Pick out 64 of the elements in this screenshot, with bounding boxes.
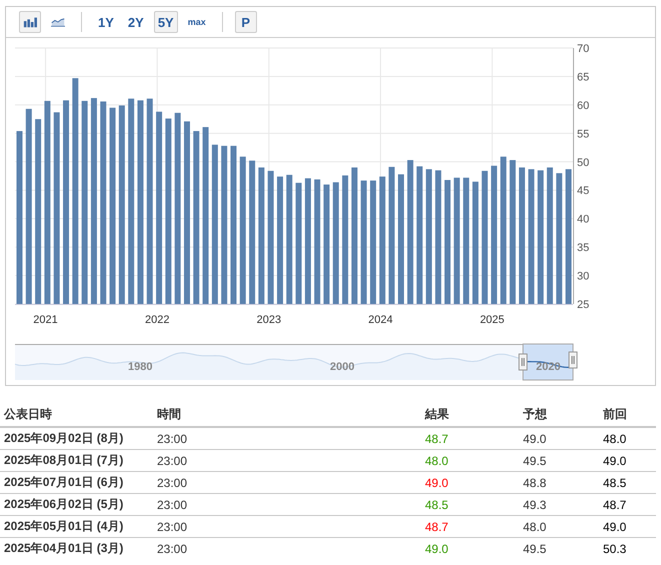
- y-axis-label: 70: [577, 43, 590, 55]
- date-cell: 2025年04月01日 (3月): [0, 538, 153, 559]
- x-axis-label: 2021: [33, 314, 58, 326]
- forecast-cell: 49.0: [519, 427, 599, 450]
- column-header: 時間: [153, 403, 421, 427]
- time-cell: 23:00: [153, 472, 421, 494]
- column-header: 公表日時: [0, 403, 153, 427]
- area-chart-icon: [51, 16, 65, 28]
- print-button[interactable]: P: [234, 11, 257, 33]
- time-cell: 23:00: [153, 450, 421, 472]
- forecast-cell: 49.3: [519, 494, 599, 516]
- forecast-cell: 48.8: [519, 472, 599, 494]
- y-axis-label: 25: [577, 299, 590, 311]
- previous-cell: 50.3: [599, 538, 656, 559]
- y-axis-label: 55: [577, 128, 590, 140]
- time-cell: 23:00: [153, 494, 421, 516]
- bar-chart-button[interactable]: [19, 11, 41, 33]
- range-button[interactable]: max: [184, 11, 210, 33]
- date-cell: 2025年06月02日 (5月): [0, 494, 153, 516]
- range-button[interactable]: 2Y: [124, 11, 148, 33]
- y-axis-label: 65: [577, 71, 590, 84]
- x-axis-label: 2023: [256, 314, 282, 326]
- actual-cell: 48.0: [421, 450, 519, 472]
- navigator-selection[interactable]: [522, 344, 574, 380]
- range-button[interactable]: 1Y: [94, 11, 118, 33]
- y-axis-label: 45: [577, 185, 590, 198]
- time-cell: 23:00: [153, 427, 421, 450]
- x-axis-label: 2024: [368, 314, 393, 326]
- handle-icon[interactable]: [518, 354, 528, 370]
- y-axis-label: 50: [577, 156, 590, 169]
- previous-cell: 49.0: [599, 450, 656, 472]
- forecast-cell: 48.0: [519, 516, 599, 538]
- handle-icon[interactable]: [568, 352, 578, 368]
- actual-cell: 49.0: [421, 538, 519, 559]
- previous-cell: 48.5: [599, 472, 656, 494]
- actual-cell: 48.7: [421, 516, 519, 538]
- y-axis-label: 40: [577, 214, 590, 226]
- previous-cell: 48.0: [599, 427, 656, 450]
- date-cell: 2025年08月01日 (7月): [0, 450, 153, 472]
- actual-cell: 49.0: [421, 472, 519, 494]
- time-cell: 23:00: [153, 516, 421, 538]
- bar-chart-icon: [23, 16, 37, 28]
- date-cell: 2025年05月01日 (4月): [0, 516, 153, 538]
- previous-cell: 48.7: [599, 494, 656, 516]
- y-axis-label: 60: [577, 100, 590, 112]
- column-header: 予想: [519, 403, 599, 427]
- navigator-year-label: 2000: [330, 361, 354, 373]
- y-axis-label: 35: [577, 242, 590, 254]
- range-button[interactable]: 5Y: [154, 11, 178, 33]
- navigator-year-label: 2020: [536, 361, 560, 373]
- date-cell: 2025年07月01日 (6月): [0, 472, 153, 494]
- date-cell: 2025年09月02日 (8月): [0, 427, 153, 450]
- column-header: 前回: [599, 403, 656, 427]
- time-cell: 23:00: [153, 538, 421, 559]
- column-header: 結果: [421, 403, 519, 427]
- previous-cell: 49.0: [599, 516, 656, 538]
- forecast-cell: 49.5: [519, 450, 599, 472]
- x-axis-label: 2025: [480, 314, 504, 326]
- actual-cell: 48.7: [421, 427, 519, 450]
- forecast-cell: 49.5: [519, 538, 599, 559]
- x-axis-label: 2022: [144, 314, 170, 326]
- navigator-year-label: 1980: [128, 361, 152, 373]
- y-axis-label: 30: [577, 270, 590, 283]
- actual-cell: 48.5: [421, 494, 519, 516]
